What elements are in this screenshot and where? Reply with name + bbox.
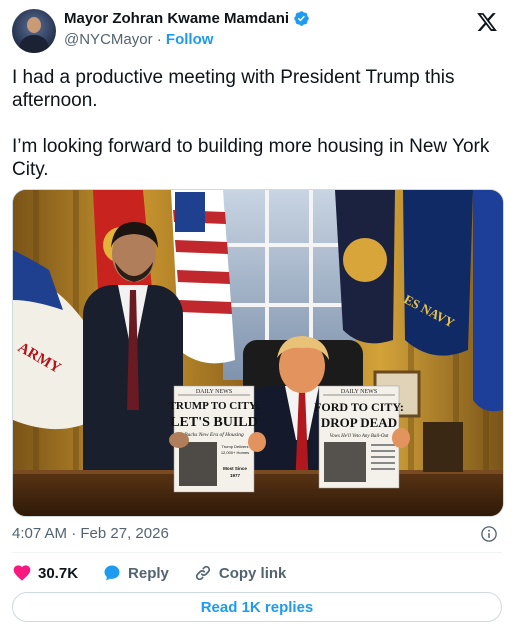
- author-name-row: Mayor Zohran Kwame Mamdani: [64, 10, 310, 27]
- resolute-desk: [13, 472, 503, 516]
- tweet-paragraph-1: I had a productive meeting with Presiden…: [12, 67, 455, 111]
- newspaper-right-masthead: DAILY NEWS: [341, 389, 377, 395]
- avatar-face: [27, 17, 41, 33]
- avatar[interactable]: [12, 9, 56, 53]
- info-icon[interactable]: [480, 525, 498, 543]
- seated-man-right-hand: [392, 428, 410, 448]
- tweet-date[interactable]: Feb 27, 2026: [80, 525, 168, 542]
- tweet-text: I had a productive meeting with Presiden…: [12, 66, 492, 181]
- avatar-body: [19, 35, 49, 53]
- photo-scene: ARMY ES NAVY DAILY NEWS TRUMP TO CITY: L…: [13, 190, 503, 516]
- like-count: 30.7K: [38, 564, 79, 582]
- presidential-seal: [343, 238, 387, 282]
- divider: [12, 552, 502, 553]
- desk-side-table: [423, 422, 463, 472]
- us-flag-canton: [175, 192, 205, 232]
- newspaper-right-headline-2: DROP DEAD: [321, 415, 397, 430]
- newspaper-left-side-4: 1977: [230, 473, 241, 478]
- tweet-paragraph-2: I’m looking forward to building more hou…: [12, 136, 490, 180]
- reply-button[interactable]: Reply: [102, 563, 169, 583]
- newspaper-left-side-3: Most Since: [223, 466, 247, 471]
- verified-badge-icon: [294, 11, 309, 26]
- newspaper-right-photo: [324, 442, 366, 482]
- tweet-photo[interactable]: ARMY ES NAVY DAILY NEWS TRUMP TO CITY: L…: [12, 189, 504, 517]
- author-name[interactable]: Mayor Zohran Kwame Mamdani: [64, 10, 289, 27]
- far-right-flag: [473, 190, 503, 412]
- reply-bubble-icon: [104, 565, 120, 581]
- tweet-card: Mayor Zohran Kwame Mamdani @NYCMayor · F…: [0, 0, 516, 640]
- like-button[interactable]: 30.7K: [12, 563, 78, 583]
- timestamp-separator: ·: [71, 525, 77, 542]
- heart-icon: [13, 565, 31, 581]
- standing-man-hand: [169, 432, 189, 448]
- copy-link-label: Copy link: [218, 564, 287, 582]
- timestamp-row: 4:07 AM · Feb 27, 2026: [12, 525, 502, 545]
- handle-separator: ·: [156, 31, 162, 48]
- newspaper-left-headline-1: TRUMP TO CITY:: [169, 400, 260, 412]
- read-replies-button[interactable]: Read 1K replies: [12, 592, 502, 622]
- newspaper-left-side-1: Trump Delivers: [222, 444, 249, 449]
- newspaper-right-subhead: Vows He'll Veto Any Bail-Out: [330, 434, 389, 439]
- newspaper-left-subhead: Backs New Era of Housing: [184, 431, 244, 438]
- newspaper-left-photo: [179, 442, 217, 486]
- author-handle[interactable]: @NYCMayor: [64, 31, 153, 48]
- link-icon: [195, 565, 210, 581]
- tweet-header: Mayor Zohran Kwame Mamdani @NYCMayor · F…: [12, 9, 504, 53]
- action-bar: 30.7K Reply Copy link: [12, 561, 310, 585]
- copy-link-button[interactable]: Copy link: [193, 563, 287, 583]
- newspaper-left-headline-2: LET'S BUILD: [170, 415, 258, 430]
- newspaper-left-side-2: 12,000+ Homes: [221, 450, 249, 455]
- newspaper-right: DAILY NEWS FORD TO CITY: DROP DEAD Vows …: [314, 385, 404, 489]
- tweet-time[interactable]: 4:07 AM: [12, 525, 67, 542]
- newspaper-left-masthead: DAILY NEWS: [196, 389, 232, 395]
- navy-flag: [403, 190, 473, 356]
- seated-man-left-hand: [248, 432, 266, 452]
- reply-label: Reply: [128, 564, 169, 582]
- newspaper-right-headline-1: FORD TO CITY:: [314, 400, 404, 414]
- follow-button[interactable]: Follow: [166, 31, 214, 48]
- x-logo-icon[interactable]: [476, 11, 498, 33]
- handle-row: @NYCMayor · Follow: [64, 31, 213, 48]
